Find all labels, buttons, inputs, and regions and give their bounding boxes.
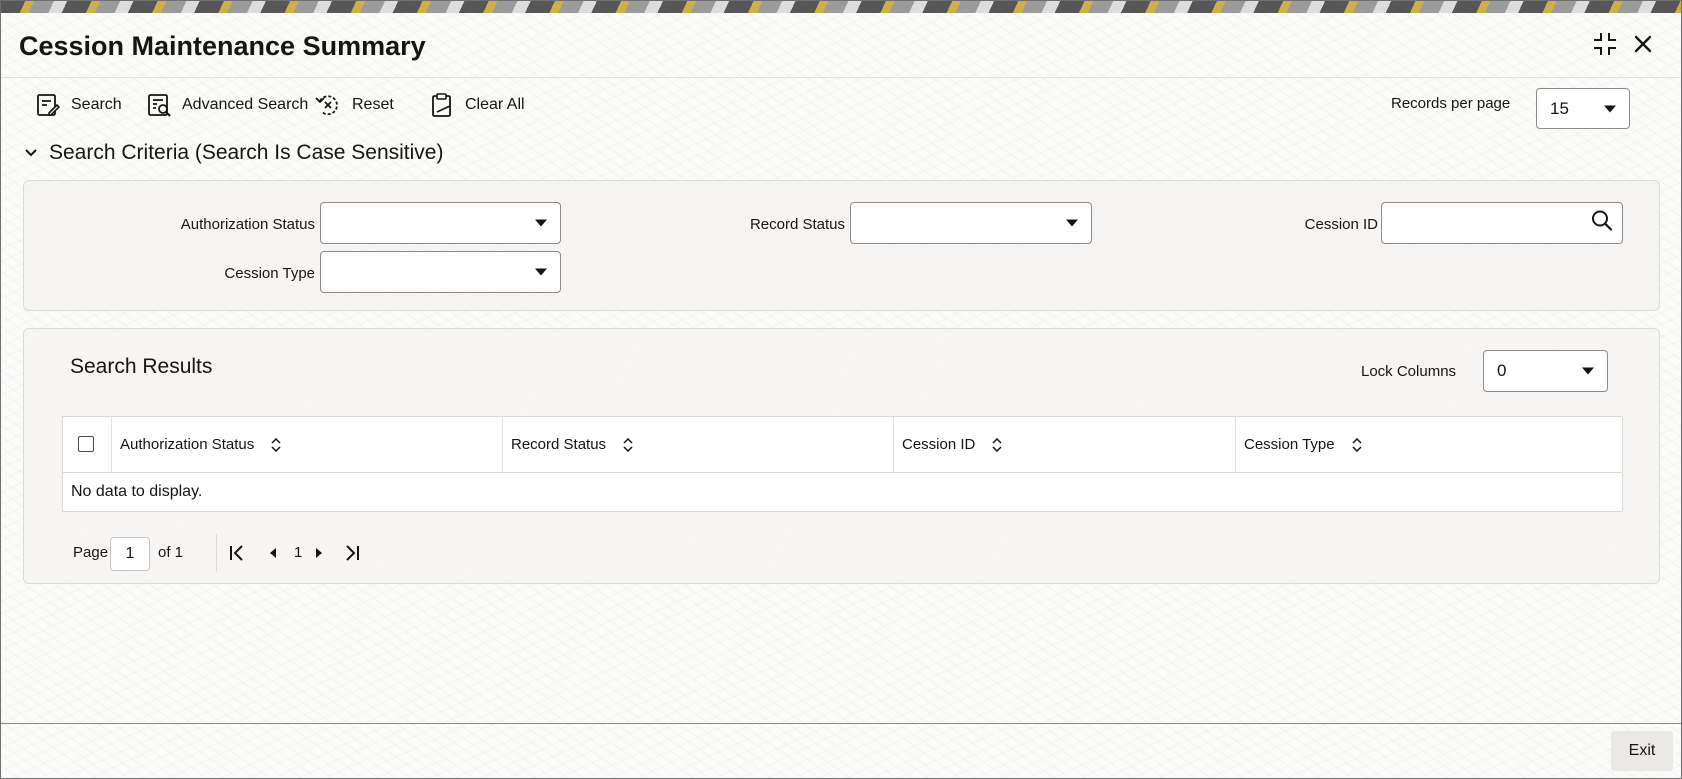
sort-icon [992,437,1002,452]
caret-down-icon [1066,219,1078,227]
column-header-record-status[interactable]: Record Status [502,417,893,472]
column-header-authorization-status[interactable]: Authorization Status [111,417,502,472]
prev-page-icon[interactable] [267,543,279,567]
empty-table-message: No data to display. [71,483,203,500]
page-label: Page [73,544,109,561]
current-page-number: 1 [294,544,303,561]
clear-all-icon [432,93,451,117]
column-header-label: Cession Type [1244,436,1335,453]
decorative-header-strip [1,1,1681,13]
column-header-label: Cession ID [902,436,976,453]
cession-type-select[interactable] [320,251,561,293]
results-table: Authorization Status Record Status Cessi… [62,416,1623,512]
pager-divider [216,534,217,572]
authorization-status-select[interactable] [320,202,561,244]
authorization-status-label: Authorization Status [180,216,315,233]
sort-icon [271,437,281,452]
cession-maintenance-window: Cession Maintenance Summary Search Advan… [0,0,1682,779]
close-icon[interactable] [1628,29,1658,59]
page-count-label: of 1 [158,544,184,561]
table-header-row: Authorization Status Record Status Cessi… [63,417,1622,473]
sort-icon [1352,437,1362,452]
cession-type-label: Cession Type [224,265,315,282]
records-per-page-select[interactable]: 15 [1536,88,1630,129]
search-criteria-panel: Authorization Status Record Status Cessi… [23,180,1660,311]
search-button[interactable]: Search [35,87,122,123]
footer-bar: Exit [1,723,1681,778]
search-criteria-header: Search Criteria (Search Is Case Sensitiv… [49,141,444,164]
column-header-cession-type[interactable]: Cession Type [1235,417,1622,472]
advanced-search-button[interactable]: Advanced Search [146,87,308,123]
column-header-cession-id[interactable]: Cession ID [893,417,1235,472]
chevron-down-icon [25,149,37,157]
record-status-select[interactable] [850,202,1092,244]
reset-button[interactable]: Reset [314,87,394,123]
advanced-search-button-label: Advanced Search [182,96,309,113]
caret-down-icon [535,219,547,227]
search-icon [37,94,61,116]
next-page-icon[interactable] [313,543,325,567]
exit-button[interactable]: Exit [1611,731,1673,771]
cession-id-input[interactable] [1382,203,1582,243]
records-per-page-value: 15 [1550,98,1569,118]
magnifier-icon[interactable] [1590,209,1614,238]
search-results-panel: Search Results Lock Columns 0 Authorizat… [23,328,1660,584]
records-per-page-label: Records per page [1391,95,1511,112]
cession-id-label: Cession ID [1304,216,1378,233]
cession-id-field[interactable] [1381,202,1623,244]
sort-icon [623,437,633,452]
reset-icon [315,95,338,116]
maximize-icon[interactable] [1590,29,1620,59]
caret-down-icon [535,268,547,276]
last-page-icon[interactable] [343,543,361,567]
caret-down-icon [1604,105,1616,112]
select-all-checkbox[interactable] [78,436,94,452]
lock-columns-select[interactable]: 0 [1483,350,1608,392]
column-header-label: Authorization Status [120,436,255,453]
advanced-search-icon [148,94,171,117]
title-bar: Cession Maintenance Summary [1,13,1681,78]
search-criteria-toggle[interactable]: Search Criteria (Search Is Case Sensitiv… [23,141,443,165]
column-header-label: Record Status [511,436,607,453]
pagination: Page 1 of 1 1 [62,534,462,572]
clear-all-button-label: Clear All [465,96,525,113]
lock-columns-value: 0 [1497,361,1507,380]
first-page-icon[interactable] [228,543,246,567]
clear-all-button[interactable]: Clear All [429,87,525,123]
page-title: Cession Maintenance Summary [19,31,426,61]
search-results-title: Search Results [70,355,213,378]
caret-down-icon [1582,367,1594,375]
page-number-input[interactable]: 1 [110,537,150,571]
search-button-label: Search [71,96,122,113]
lock-columns-label: Lock Columns [1361,363,1457,380]
record-status-label: Record Status [749,216,845,233]
reset-button-label: Reset [352,96,394,113]
